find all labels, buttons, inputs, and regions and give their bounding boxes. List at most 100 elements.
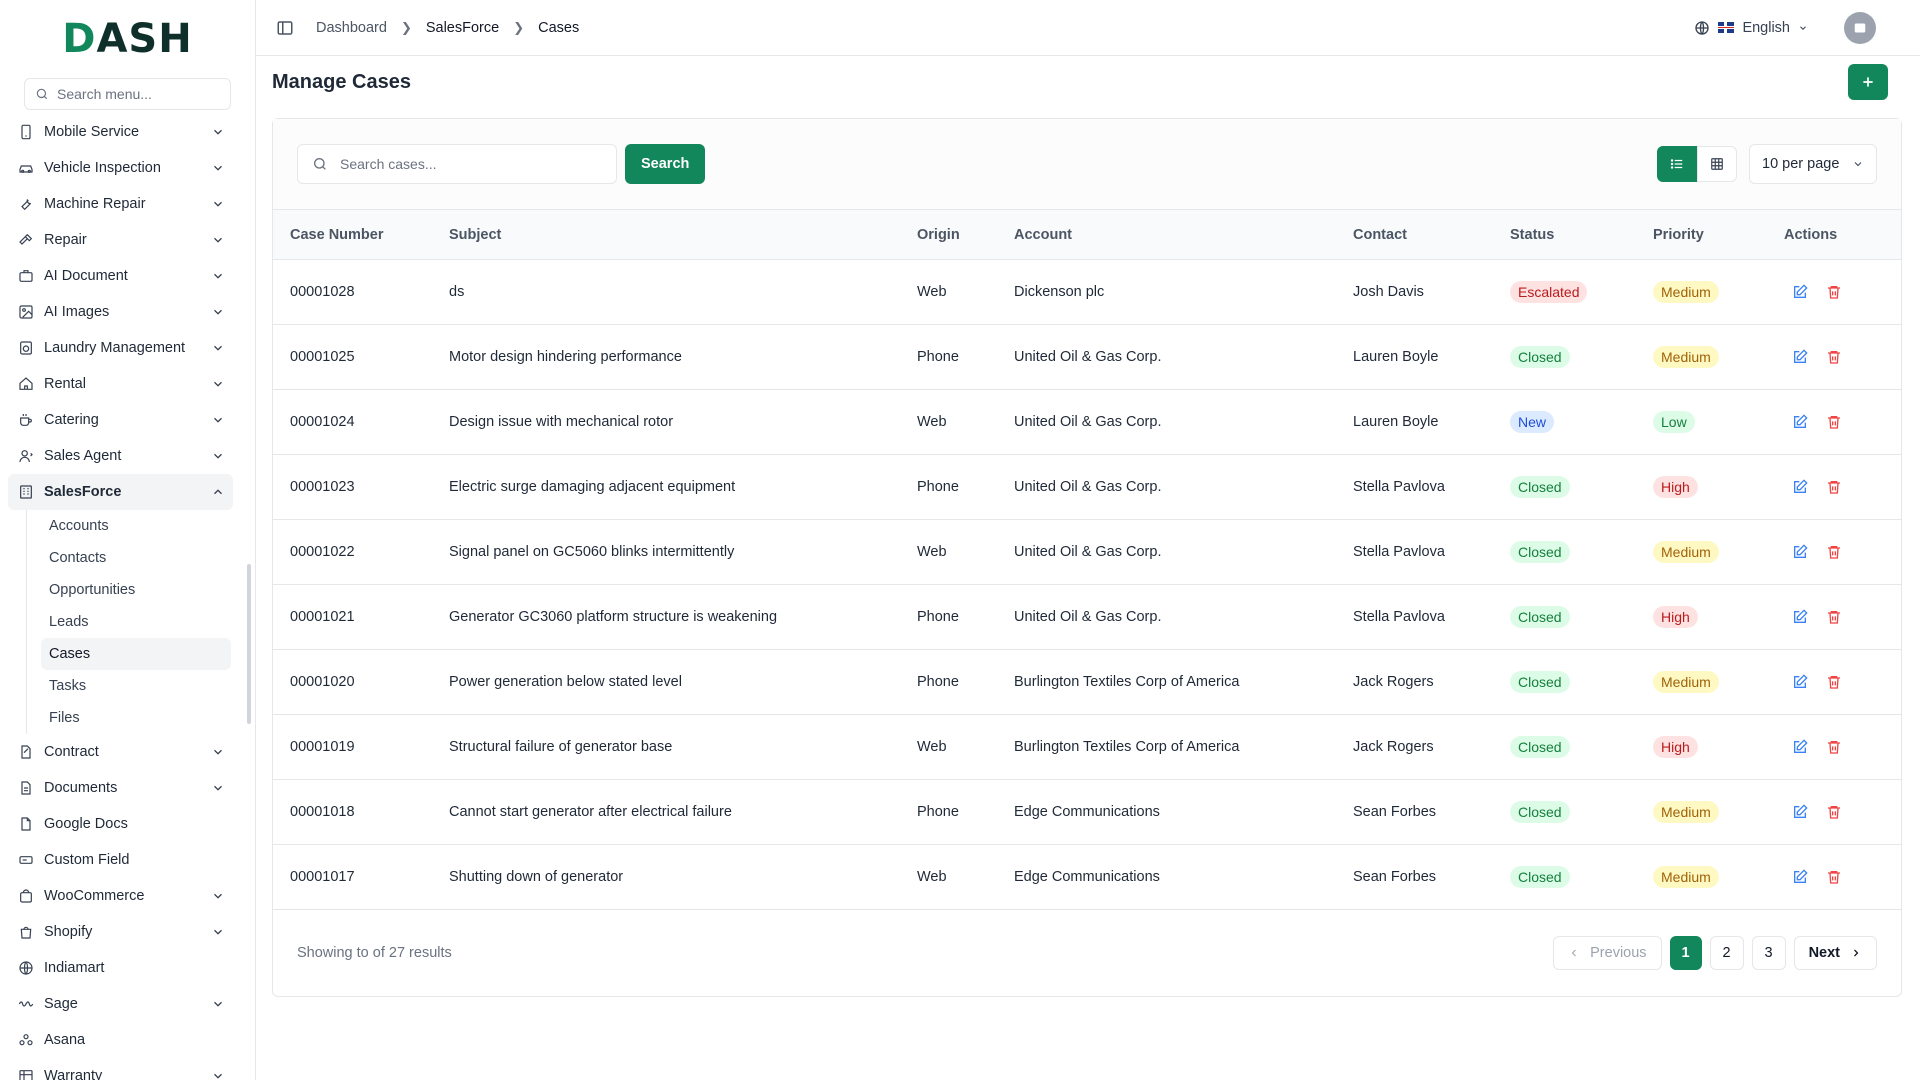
- table-row[interactable]: 00001021 Generator GC3060 platform struc…: [273, 585, 1901, 650]
- chevron-down-icon: [214, 237, 222, 243]
- sidebar-item-machine-repair[interactable]: Machine Repair: [8, 186, 233, 222]
- sidebar-item-salesforce[interactable]: SalesForce: [8, 474, 233, 510]
- search-button[interactable]: Search: [625, 144, 706, 184]
- trash-icon[interactable]: [1826, 869, 1842, 885]
- sidebar-item-documents[interactable]: Documents: [8, 770, 233, 806]
- car-icon: [19, 165, 33, 173]
- edit-icon[interactable]: [1792, 674, 1808, 690]
- edit-icon[interactable]: [1792, 479, 1808, 495]
- cases-table: Case Number Subject Origin Account Conta…: [273, 209, 1901, 910]
- table-row[interactable]: 00001018 Cannot start generator after el…: [273, 780, 1901, 845]
- col-priority[interactable]: Priority: [1636, 210, 1767, 260]
- edit-icon[interactable]: [1792, 804, 1808, 820]
- next-page-button[interactable]: Next: [1793, 936, 1877, 970]
- table-row[interactable]: 00001020 Power generation below stated l…: [273, 650, 1901, 715]
- edit-icon[interactable]: [1792, 739, 1808, 755]
- trash-icon[interactable]: [1826, 739, 1842, 755]
- globe-icon: [1695, 20, 1710, 35]
- add-case-button[interactable]: [1848, 64, 1888, 100]
- edit-icon[interactable]: [1792, 414, 1808, 430]
- trash-icon[interactable]: [1826, 284, 1842, 300]
- col-contact[interactable]: Contact: [1336, 210, 1493, 260]
- submenu-item-opportunities[interactable]: Opportunities: [41, 574, 231, 606]
- submenu-item-leads[interactable]: Leads: [41, 606, 231, 638]
- per-page-select[interactable]: 10 per page: [1749, 144, 1877, 184]
- table-row[interactable]: 00001024 Design issue with mechanical ro…: [273, 390, 1901, 455]
- table-row[interactable]: 00001022 Signal panel on GC5060 blinks i…: [273, 520, 1901, 585]
- breadcrumb-salesforce[interactable]: SalesForce: [426, 20, 499, 36]
- page-2-button[interactable]: 2: [1709, 936, 1744, 970]
- sidebar-item-google-docs[interactable]: Google Docs: [8, 806, 233, 842]
- sidebar-toggle-icon[interactable]: [276, 19, 294, 37]
- trash-icon[interactable]: [1826, 544, 1842, 560]
- trash-icon[interactable]: [1826, 674, 1842, 690]
- sidebar-item-mobile-service[interactable]: Mobile Service: [8, 114, 233, 150]
- edit-icon[interactable]: [1792, 609, 1808, 625]
- sidebar-item-sage[interactable]: Sage: [8, 986, 233, 1022]
- sidebar-item-repair[interactable]: Repair: [8, 222, 233, 258]
- sidebar-item-warranty[interactable]: Warranty: [8, 1058, 233, 1080]
- app-logo[interactable]: DASH: [0, 0, 255, 78]
- trash-icon[interactable]: [1826, 349, 1842, 365]
- sidebar-item-ai-document[interactable]: AI Document: [8, 258, 233, 294]
- table-row[interactable]: 00001025 Motor design hindering performa…: [273, 325, 1901, 390]
- sidebar-item-rental[interactable]: Rental: [8, 366, 233, 402]
- table-row[interactable]: 00001017 Shutting down of generator Web …: [273, 845, 1901, 910]
- submenu-item-files[interactable]: Files: [41, 702, 231, 734]
- origin-cell: Phone: [917, 609, 959, 625]
- sidebar-item-woocommerce[interactable]: WooCommerce: [8, 878, 233, 914]
- submenu-item-cases[interactable]: Cases: [41, 638, 231, 670]
- submenu-item-accounts[interactable]: Accounts: [41, 510, 231, 542]
- breadcrumb-dashboard[interactable]: Dashboard: [316, 20, 387, 36]
- list-view-button[interactable]: [1657, 146, 1697, 182]
- sidebar-scrollbar[interactable]: [247, 564, 251, 724]
- col-account[interactable]: Account: [997, 210, 1336, 260]
- col-case-number[interactable]: Case Number: [273, 210, 432, 260]
- edit-icon[interactable]: [1792, 349, 1808, 365]
- sidebar-item-asana[interactable]: Asana: [8, 1022, 233, 1058]
- avatar[interactable]: [1844, 11, 1876, 44]
- page-1-button[interactable]: 1: [1669, 936, 1702, 970]
- sidebar-item-indiamart[interactable]: Indiamart: [8, 950, 233, 986]
- sidebar-item-label: Indiamart: [44, 960, 105, 976]
- sidebar-item-laundry-management[interactable]: Laundry Management: [8, 330, 233, 366]
- sidebar-search-input[interactable]: Search menu...: [24, 78, 231, 110]
- sidebar-item-vehicle-inspection[interactable]: Vehicle Inspection: [8, 150, 233, 186]
- col-origin[interactable]: Origin: [900, 210, 997, 260]
- sidebar-item-label: Custom Field: [44, 852, 130, 868]
- submenu-item-contacts[interactable]: Contacts: [41, 542, 231, 574]
- table-footer: Showing to of 27 results Previous 1 2 3 …: [273, 910, 1901, 996]
- trash-icon[interactable]: [1826, 609, 1842, 625]
- chevron-down-icon: [214, 929, 222, 935]
- sidebar-item-contract[interactable]: Contract: [8, 734, 233, 770]
- sidebar-item-custom-field[interactable]: Custom Field: [8, 842, 233, 878]
- language-selector[interactable]: English: [1694, 20, 1808, 36]
- shopify-icon: [20, 926, 32, 939]
- trash-icon[interactable]: [1826, 414, 1842, 430]
- contact-cell: Jack Rogers: [1353, 739, 1434, 755]
- previous-page-button[interactable]: Previous: [1553, 936, 1662, 970]
- table-row[interactable]: 00001019 Structural failure of generator…: [273, 715, 1901, 780]
- col-status[interactable]: Status: [1493, 210, 1636, 260]
- submenu-item-tasks[interactable]: Tasks: [41, 670, 231, 702]
- grid-view-button[interactable]: [1697, 146, 1737, 182]
- sidebar-item-sales-agent[interactable]: Sales Agent: [8, 438, 233, 474]
- sidebar-item-shopify[interactable]: Shopify: [8, 914, 233, 950]
- sidebar-item-catering[interactable]: Catering: [8, 402, 233, 438]
- subject-cell: Cannot start generator after electrical …: [449, 804, 732, 820]
- search-input[interactable]: Search cases...: [297, 144, 617, 184]
- trash-icon[interactable]: [1826, 479, 1842, 495]
- trash-icon[interactable]: [1826, 804, 1842, 820]
- sidebar-item-ai-images[interactable]: AI Images: [8, 294, 233, 330]
- edit-icon[interactable]: [1792, 284, 1808, 300]
- table-row[interactable]: 00001023 Electric surge damaging adjacen…: [273, 455, 1901, 520]
- page-3-button[interactable]: 3: [1751, 936, 1786, 970]
- table-row[interactable]: 00001028 ds Web Dickenson plc Josh Davis…: [273, 260, 1901, 325]
- chevron-left-icon: [1571, 949, 1576, 957]
- case-number-cell: 00001020: [290, 674, 355, 690]
- col-subject[interactable]: Subject: [432, 210, 900, 260]
- sidebar-item-label: Sage: [44, 996, 78, 1012]
- edit-icon[interactable]: [1792, 544, 1808, 560]
- chevron-down-icon: [1800, 25, 1806, 30]
- edit-icon[interactable]: [1792, 869, 1808, 885]
